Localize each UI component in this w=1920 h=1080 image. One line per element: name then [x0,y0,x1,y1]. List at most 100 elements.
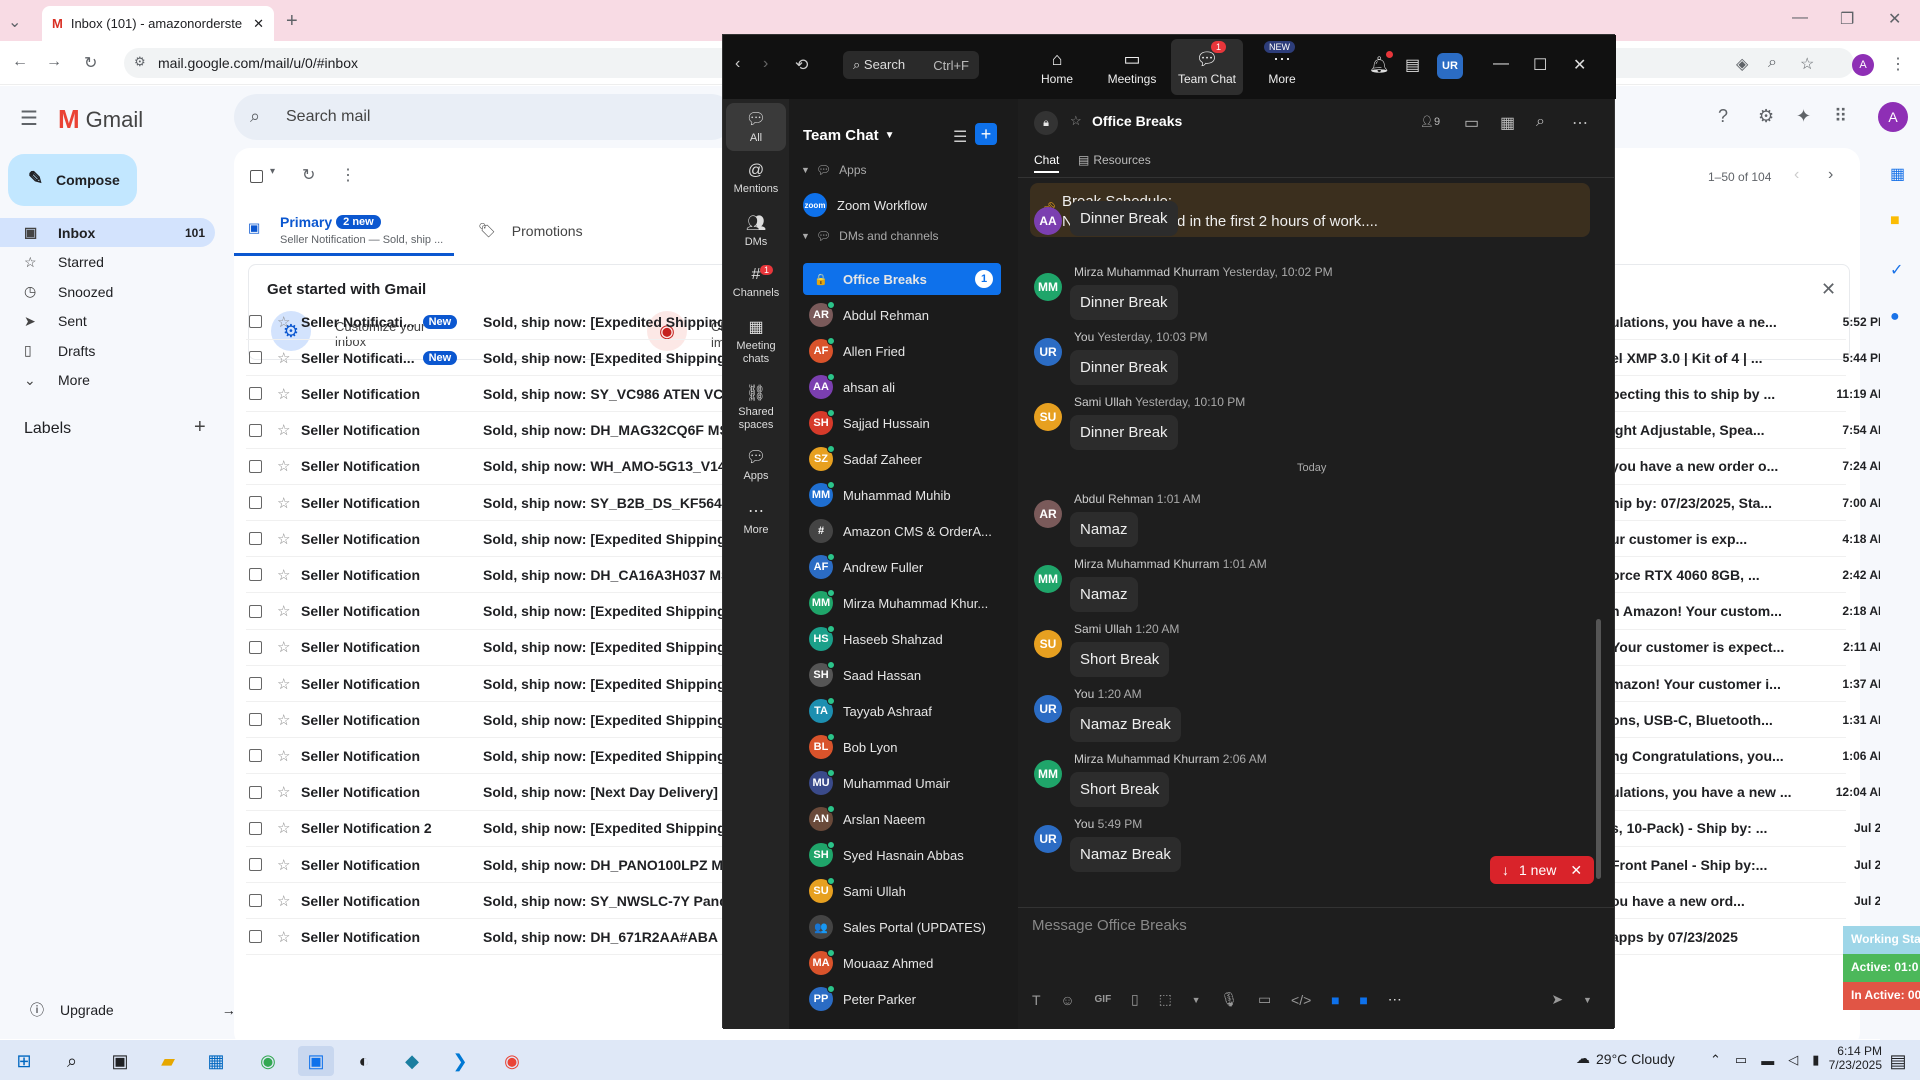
message-input[interactable]: Message Office Breaks [1032,917,1187,934]
row-checkbox[interactable] [249,604,262,618]
channel-item[interactable]: SH Saad Hassan [803,659,1001,691]
new-tab-icon[interactable]: + [286,10,298,33]
restore-icon[interactable]: ❐ [1840,9,1854,29]
weather-widget[interactable]: ☁ 29°C Cloudy [1576,1050,1675,1067]
row-checkbox[interactable] [249,351,262,365]
dms-section-header[interactable]: ▼ 💬︎ DMs and channels [801,229,939,243]
chat-message[interactable]: UR You 5:49 PM Namaz Break [1034,817,1594,877]
account-avatar[interactable]: A [1878,102,1908,132]
chat-message[interactable]: SU Sami Ullah Yesterday, 10:10 PM Dinner B… [1034,395,1594,455]
chat-message[interactable]: MM Mirza Muhammad Khurram 1:01 AM Namaz [1034,557,1594,617]
next-page-icon[interactable]: › [1828,166,1833,184]
channel-item[interactable]: MM Muhammad Muhib [803,479,1001,511]
star-icon[interactable]: ☆ [277,819,290,837]
mail-search-input[interactable]: ⌕ Search mail [234,94,734,140]
channel-item[interactable]: 👥 Sales Portal (UPDATES) [803,911,1001,943]
forward-icon[interactable]: → [46,53,62,71]
row-checkbox[interactable] [249,423,262,437]
channel-item[interactable]: SZ Sadaf Zaheer [803,443,1001,475]
gif-icon[interactable]: GIF [1095,994,1112,1005]
row-checkbox[interactable] [249,749,262,763]
channel-item[interactable]: AR Abdul Rehman [803,299,1001,331]
channel-item[interactable]: MM Mirza Muhammad Khur... [803,587,1001,619]
team-chat-header[interactable]: Team Chat ▼ [803,127,894,144]
favorite-star-icon[interactable]: ☆ [1070,113,1082,129]
chat-message[interactable]: AR Abdul Rehman 1:01 AM Namaz [1034,492,1594,552]
add-label-icon[interactable]: + [194,416,206,439]
contacts-app-icon[interactable]: ● [1890,308,1900,326]
apps-section-header[interactable]: ▼ 💬︎ Apps [801,163,867,177]
more-vert-icon[interactable]: ⋮ [340,165,356,185]
more-tools-icon[interactable]: ⋯ [1388,991,1402,1008]
clock[interactable]: 6:14 PM 7/23/2025 [1822,1044,1882,1072]
zoom-icon[interactable]: ⌕ [1768,54,1777,72]
history-icon[interactable]: ⟲ [795,55,808,75]
close-window-icon[interactable]: ✕ [1888,9,1901,29]
compose-button[interactable]: ✎ Compose [8,154,137,206]
file-explorer-icon[interactable]: ▰ [150,1046,186,1076]
rail-apps[interactable]: 💬︎ Apps [726,441,786,489]
close-card-icon[interactable]: ✕ [1821,279,1836,300]
channel-item[interactable]: SU Sami Ullah [803,875,1001,907]
rail-channels[interactable]: # Channels 1 [726,259,786,307]
site-info-icon[interactable]: ⚙ [134,54,146,70]
store-icon[interactable]: ▦ [198,1046,234,1076]
chat-message[interactable]: UR You 1:20 AM Namaz Break [1034,687,1594,747]
row-checkbox[interactable] [249,785,262,799]
display-icon[interactable]: ▬ [1761,1053,1774,1068]
channel-item[interactable]: HS Haseeb Shahzad [803,623,1001,655]
star-icon[interactable]: ☆ [277,675,290,693]
star-icon[interactable]: ☆ [277,892,290,910]
whiteboard-icon[interactable]: ▤ [1405,55,1420,75]
minimize-icon[interactable]: — [1792,9,1808,27]
star-icon[interactable]: ☆ [277,783,290,801]
calendar-app-icon[interactable]: ▦ [1890,164,1905,184]
nav-item-sent[interactable]: ➤ Sent [0,307,215,336]
channel-item[interactable]: BL Bob Lyon [803,731,1001,763]
channel-item[interactable]: # Amazon CMS & OrderA... [803,515,1001,547]
network-icon[interactable]: ▭ [1735,1052,1747,1068]
send-options-icon[interactable]: ▼ [1583,995,1592,1005]
row-checkbox[interactable] [249,568,262,582]
star-icon[interactable]: ☆ [277,349,290,367]
chrome-menu-icon[interactable]: ⋮ [1890,54,1906,74]
tab-search-icon[interactable]: ⌄ [8,12,21,32]
extension-icon[interactable]: ◈ [1736,54,1748,74]
tab-meetings[interactable]: ▭ Meetings [1096,39,1168,95]
row-checkbox[interactable] [249,532,262,546]
keep-app-icon[interactable]: ■ [1890,212,1900,230]
row-checkbox[interactable] [249,640,262,654]
channel-item[interactable]: AF Allen Fried [803,335,1001,367]
star-icon[interactable]: ☆ [277,457,290,475]
star-icon[interactable]: ☆ [277,638,290,656]
battery-icon[interactable]: ▮ [1812,1052,1819,1068]
star-icon[interactable]: ☆ [277,602,290,620]
star-icon[interactable]: ☆ [277,421,290,439]
row-checkbox[interactable] [249,713,262,727]
star-icon[interactable]: ☆ [277,928,290,946]
microphone-icon[interactable]: 🎙︎ [1220,991,1238,1008]
row-checkbox[interactable] [249,496,262,509]
zoom-back-icon[interactable]: ‹ [735,55,740,73]
app-taskbar-icon[interactable]: ◐ [346,1046,382,1076]
chrome-icon[interactable]: ◉ [250,1046,286,1076]
row-checkbox[interactable] [249,459,262,473]
send-icon[interactable]: ➤ [1551,991,1563,1008]
app-integration-icon[interactable]: ■ [1331,992,1339,1008]
select-dropdown-icon[interactable]: ▾ [270,166,275,177]
task-view-icon[interactable]: ▣ [102,1046,138,1076]
star-icon[interactable]: ☆ [277,385,290,403]
tab-home[interactable]: ⌂ Home [1021,39,1093,95]
tab-team-chat[interactable]: 💬︎ Team Chat 1 [1171,39,1243,95]
zoom-search-input[interactable]: ⌕ Search Ctrl+F [843,51,979,79]
new-chat-button[interactable]: + [975,123,997,145]
gemini-icon[interactable]: ✦ [1796,106,1811,127]
zoom-minimize-icon[interactable]: — [1493,55,1509,73]
dropdown-icon[interactable]: ▼ [1192,995,1201,1005]
tab-promotions[interactable]: 🏷 Promotions [478,222,583,239]
tray-chevron-icon[interactable]: ⌃ [1710,1052,1721,1068]
row-checkbox[interactable] [249,894,262,908]
bookmark-star-icon[interactable]: ☆ [1800,54,1814,74]
channel-item[interactable]: TA Tayyab Ashraaf [803,695,1001,727]
chrome-profile-icon[interactable]: ◉ [494,1046,530,1076]
